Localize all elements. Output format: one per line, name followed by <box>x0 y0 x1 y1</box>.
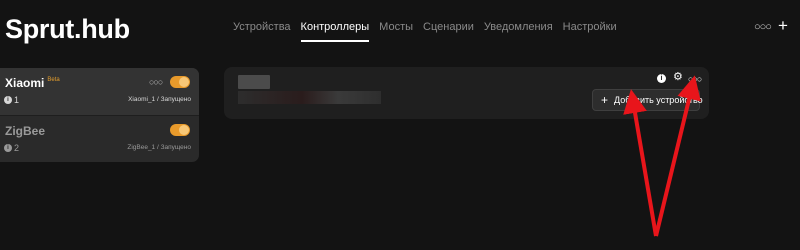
info-icon: i <box>4 144 12 152</box>
gear-icon[interactable]: ⚙ <box>673 72 683 83</box>
tab-devices[interactable]: Устройства <box>233 21 291 42</box>
device-count: i2 <box>4 143 19 153</box>
app-logo: Sprut.hub <box>5 14 130 44</box>
controller-item-xiaomi[interactable]: Xiaomi Beta ○○○ i1 Xiaomi_1 / Запущено <box>0 68 199 115</box>
more-dots-icon[interactable]: ○○○ <box>688 74 702 84</box>
tab-notifications[interactable]: Уведомления <box>484 21 553 42</box>
device-count: i1 <box>4 95 19 105</box>
main-nav: Устройства Контроллеры Мосты Сценарии Ув… <box>233 21 627 42</box>
info-icon[interactable]: i <box>657 74 666 83</box>
plus-icon: + <box>601 93 609 107</box>
add-device-label: Добавить устройство <box>614 95 703 105</box>
controller-toggle[interactable] <box>170 124 190 136</box>
controller-detail-panel: i ⚙ ○○○ + Добавить устройство <box>224 67 709 119</box>
tab-controllers[interactable]: Контроллеры <box>300 21 369 42</box>
more-dots-icon[interactable]: ○○○ <box>754 21 772 33</box>
controller-status: Xiaomi_1 / Запущено <box>128 96 191 103</box>
annotation-arrow-left <box>623 89 658 237</box>
tab-scenarios[interactable]: Сценарии <box>423 21 474 42</box>
beta-badge: Beta <box>47 77 60 83</box>
more-dots-icon[interactable]: ○○○ <box>149 77 163 87</box>
controller-toggle[interactable] <box>170 76 190 88</box>
info-icon: i <box>4 96 12 104</box>
controllers-list: Xiaomi Beta ○○○ i1 Xiaomi_1 / Запущено Zi… <box>0 68 199 162</box>
controller-name: ZigBee <box>5 124 46 138</box>
redacted-subtitle <box>238 91 381 104</box>
plus-icon[interactable]: + <box>778 17 788 34</box>
tab-bridges[interactable]: Мосты <box>379 21 413 42</box>
controller-item-zigbee[interactable]: ZigBee i2 ZigBee_1 / Запущено <box>0 115 199 162</box>
controller-status: ZigBee_1 / Запущено <box>127 144 191 151</box>
controller-name: Xiaomi Beta <box>5 76 60 90</box>
tab-settings[interactable]: Настройки <box>563 21 617 42</box>
add-device-button[interactable]: + Добавить устройство <box>592 89 703 111</box>
redacted-title <box>238 75 270 89</box>
